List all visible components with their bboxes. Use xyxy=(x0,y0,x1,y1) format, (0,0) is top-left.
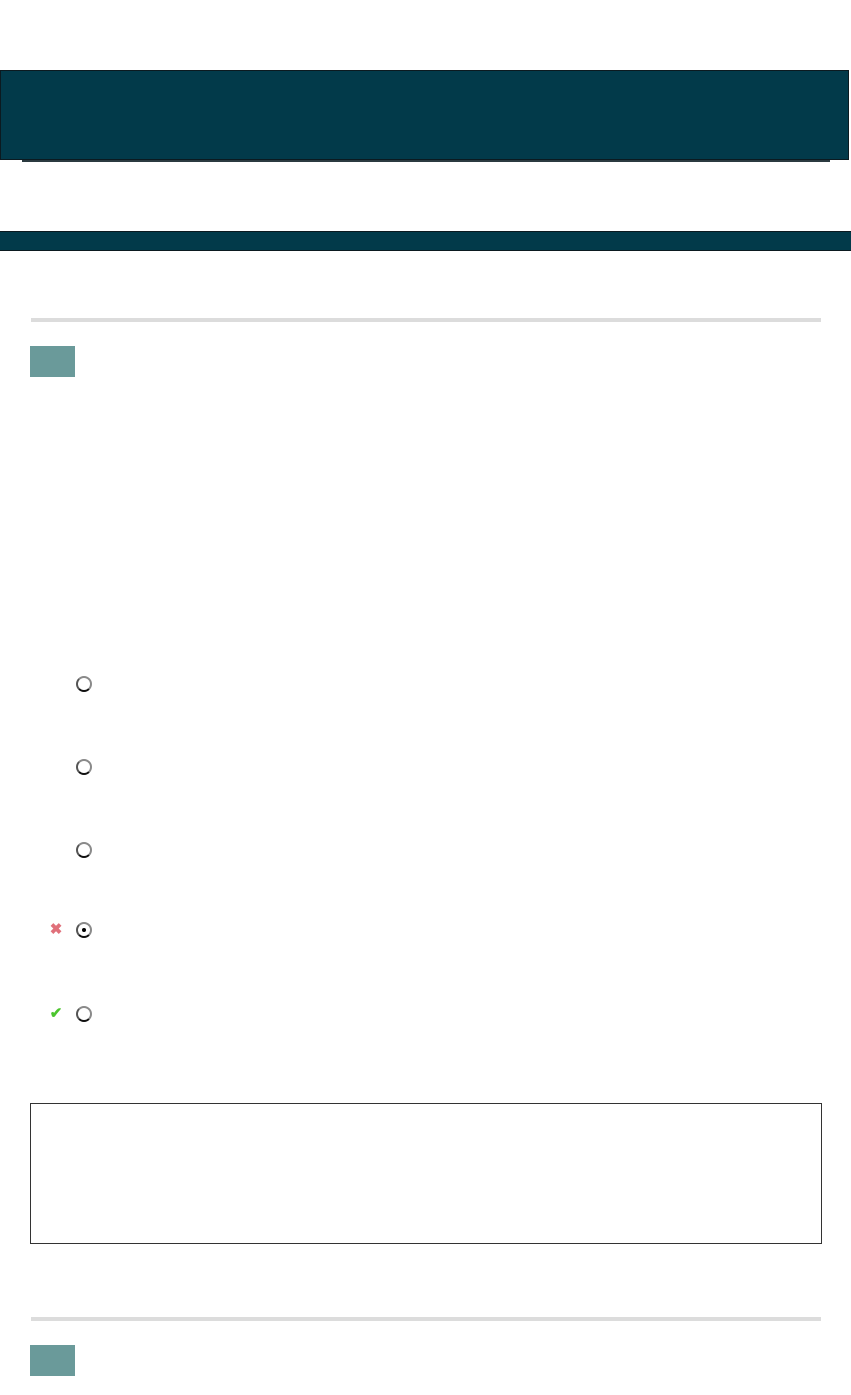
check-icon: ✔ xyxy=(49,1005,63,1022)
header-underline xyxy=(22,160,830,162)
answer-radio-button-selected[interactable] xyxy=(76,922,92,938)
feedback-box xyxy=(30,1103,822,1244)
answer-radio-button[interactable] xyxy=(76,1006,92,1022)
answer-status-icon xyxy=(48,759,64,775)
answer-radio-button[interactable] xyxy=(76,842,92,858)
question-divider xyxy=(31,318,821,322)
answer-option[interactable] xyxy=(48,759,818,781)
navigation-bar xyxy=(0,231,851,251)
answer-status-icon xyxy=(48,842,64,858)
answer-option[interactable] xyxy=(48,676,818,698)
question-number-badge xyxy=(30,1345,75,1376)
question-text xyxy=(30,390,820,640)
header-banner xyxy=(0,70,849,160)
answer-radio-button[interactable] xyxy=(76,759,92,775)
answer-option[interactable] xyxy=(48,842,818,864)
question-divider xyxy=(31,1317,821,1321)
question-number-badge xyxy=(30,346,75,377)
wrong-icon: ✖ xyxy=(49,921,63,938)
answer-option[interactable]: ✔ xyxy=(48,1006,818,1028)
answer-radio-button[interactable] xyxy=(76,676,92,692)
answer-option[interactable]: ✖ xyxy=(48,922,818,944)
answer-status-icon xyxy=(48,676,64,692)
